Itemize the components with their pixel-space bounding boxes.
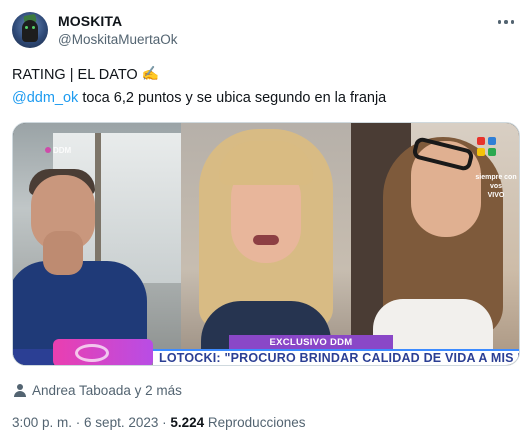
- tagged-users-link[interactable]: Andrea Taboada y 2 más: [32, 383, 182, 398]
- tweet-time[interactable]: 3:00 p. m.: [12, 415, 72, 430]
- avatar[interactable]: [12, 12, 48, 48]
- tweet-text-heading: RATING | EL DATO: [12, 67, 138, 83]
- tweet-metadata: 3:00 p. m. · 6 sept. 2023 · 5.224 Reprod…: [12, 415, 306, 430]
- mention-link[interactable]: @ddm_ok: [12, 90, 78, 106]
- tweet-date[interactable]: 6 sept. 2023: [84, 415, 158, 430]
- lower-third-title: LOTOCKI: "PROCURO BRINDAR CALIDAD DE VID…: [159, 351, 519, 365]
- tweet-text-line-2: @ddm_ok toca 6,2 puntos y se ubica segun…: [12, 90, 386, 106]
- video-panel-left: DDM: [13, 123, 181, 365]
- ddm-watermark: DDM: [45, 146, 71, 155]
- views-count: 5.224: [170, 415, 205, 430]
- tweet-media-video[interactable]: DDM siempre con vos VIVO EXCLUSIVO DDM L…: [12, 122, 520, 366]
- program-logo: [53, 339, 153, 365]
- channel-logo-icon: [477, 137, 499, 159]
- author-display-name[interactable]: MOSKITA: [58, 13, 122, 29]
- writing-hand-icon: ✍: [141, 65, 160, 81]
- views-label: Reproducciones: [204, 415, 306, 430]
- video-panel-right: siempre con vos VIVO: [351, 123, 519, 365]
- more-horizontal-icon[interactable]: [494, 15, 518, 29]
- video-panel-center: [181, 123, 351, 365]
- live-indicator: siempre con vos VIVO: [475, 174, 517, 199]
- tweet-text-body: toca 6,2 puntos y se ubica segundo en la…: [78, 90, 387, 106]
- author-handle[interactable]: @MoskitaMuertaOk: [58, 32, 177, 47]
- tweet-text-line-1: RATING | EL DATO ✍: [12, 65, 160, 83]
- tweet-card[interactable]: MOSKITA @MoskitaMuertaOk RATING | EL DAT…: [0, 0, 532, 441]
- avatar-figure: [22, 20, 38, 42]
- person-icon: [14, 384, 26, 397]
- lower-third-tag: EXCLUSIVO DDM: [229, 335, 393, 350]
